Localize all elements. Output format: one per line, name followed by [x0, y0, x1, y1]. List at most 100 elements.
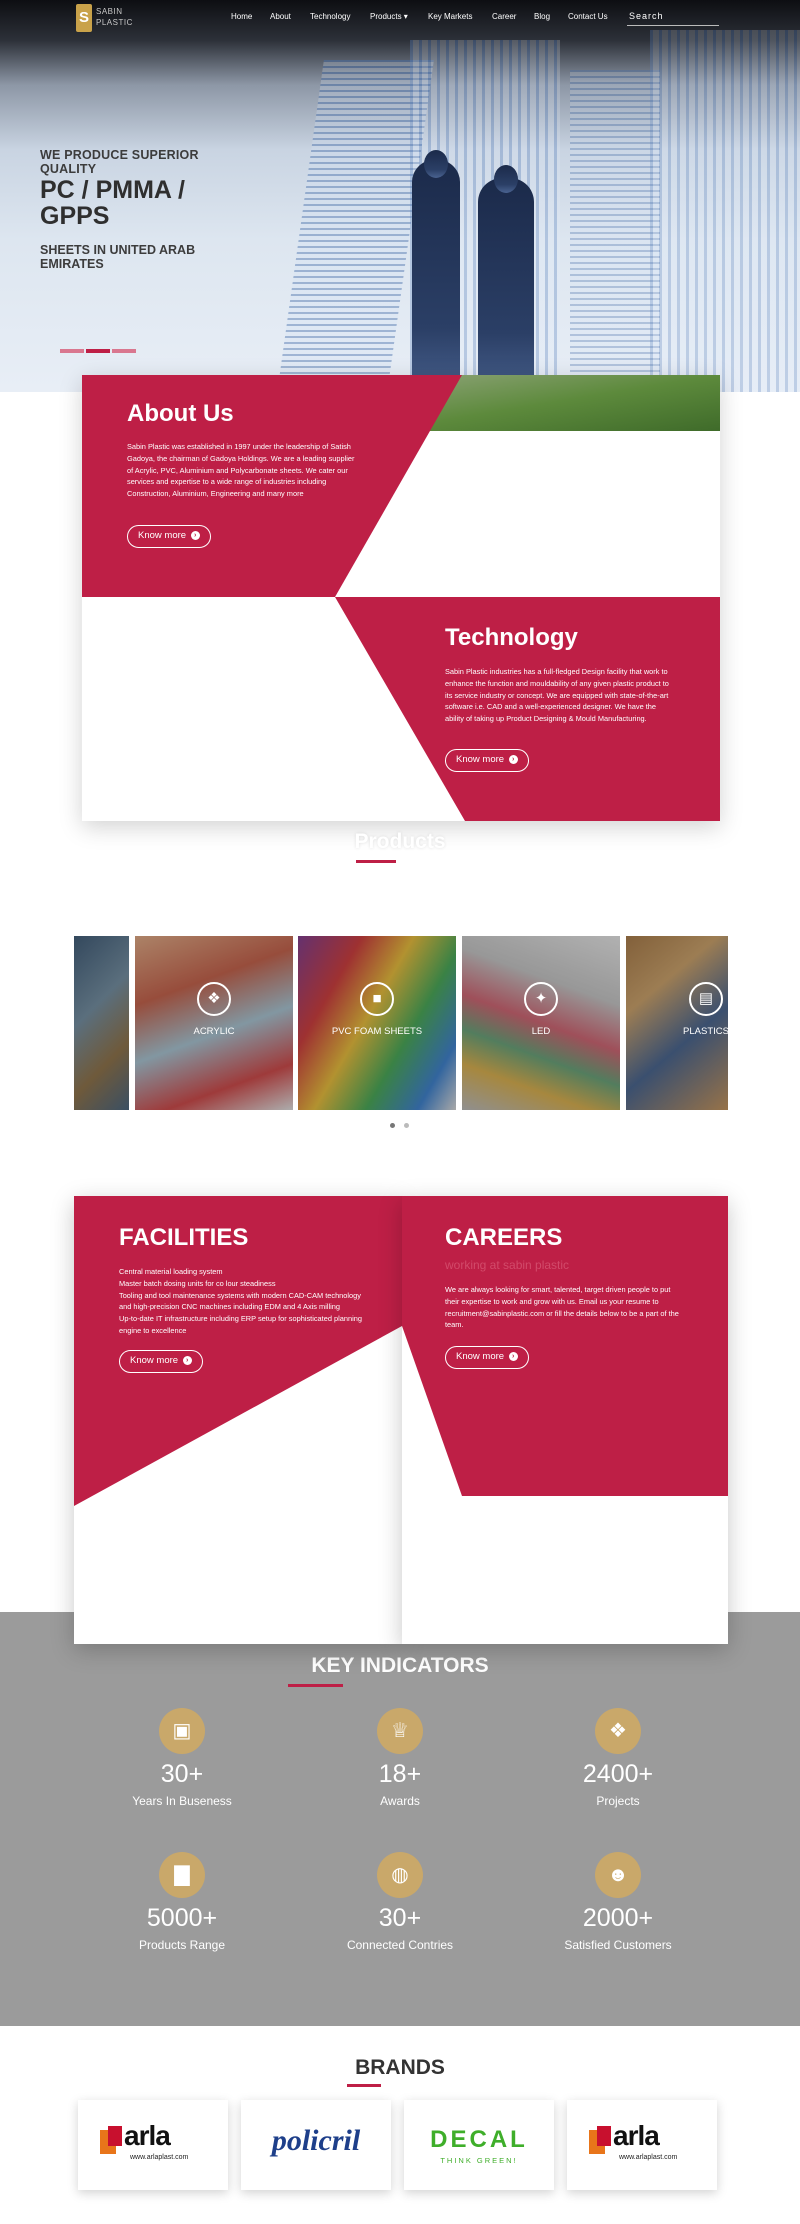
- search-input[interactable]: Search: [627, 9, 719, 26]
- carousel-dot[interactable]: [404, 1123, 409, 1128]
- brand-card-policril[interactable]: policril: [241, 2100, 391, 2190]
- logo-line: SABIN: [96, 7, 123, 16]
- arrow-right-icon: ›: [190, 530, 200, 540]
- product-card-partial[interactable]: [74, 936, 129, 1110]
- briefcase-icon: ▣: [159, 1708, 205, 1754]
- users-icon: ☻: [595, 1852, 641, 1898]
- nav-item-key-markets[interactable]: Key Markets: [428, 12, 472, 21]
- globe-icon: ◍: [377, 1852, 423, 1898]
- careers-card: CAREERS working at sabin plastic We are …: [402, 1196, 728, 1644]
- carousel-dot-active[interactable]: [390, 1123, 395, 1128]
- facilities-item: Master batch dosing units for co lour st…: [119, 1278, 276, 1288]
- indicator-value: 30+: [378, 1904, 422, 1932]
- slider-dot-active[interactable]: [86, 349, 110, 353]
- cubes-icon: ❖: [595, 1708, 641, 1754]
- nav-item-technology[interactable]: Technology: [310, 12, 350, 21]
- arrow-right-icon: ›: [508, 1351, 518, 1361]
- hero-tagline-line: QUALITY: [40, 162, 97, 176]
- hero-subtitle: SHEETS IN UNITED ARAB EMIRATES: [40, 243, 195, 271]
- nav-item-home[interactable]: Home: [231, 12, 252, 21]
- product-label: PLASTICS: [683, 1026, 728, 1037]
- product-card-acrylic[interactable]: ❖ ACRYLIC: [135, 936, 293, 1110]
- nav-item-career[interactable]: Career: [492, 12, 516, 21]
- building-image: [570, 70, 660, 392]
- person-silhouette: [424, 150, 448, 178]
- arrow-right-icon: ›: [508, 754, 518, 764]
- hero-subtitle-line: EMIRATES: [40, 257, 104, 271]
- button-label: Know more: [456, 754, 505, 765]
- slider-dot[interactable]: [112, 349, 136, 353]
- sheet-icon: ■: [360, 982, 394, 1016]
- indicator-value: 2400+: [582, 1760, 654, 1788]
- brand-url: www.arlaplast.com: [619, 2154, 678, 2161]
- brand-name: arla: [613, 2120, 660, 2151]
- product-card-led[interactable]: ✦ LED: [462, 936, 620, 1110]
- key-indicators-underline: [288, 1684, 343, 1687]
- indicator-value: 18+: [378, 1760, 422, 1788]
- person-silhouette: [478, 178, 534, 392]
- indicator-label: Products Range: [138, 1938, 226, 1952]
- product-card-plastics[interactable]: ▤ PLASTICS: [626, 936, 728, 1110]
- brand-tagline: THINK GREEN!: [440, 2156, 518, 2165]
- trophy-icon: ♕: [377, 1708, 423, 1754]
- logo-icon[interactable]: S: [76, 4, 92, 32]
- brand-name: arla: [124, 2120, 171, 2151]
- indicator-label: Awards: [380, 1794, 420, 1808]
- careers-title: CAREERS: [445, 1224, 563, 1251]
- about-text: Sabin Plastic was established in 1997 un…: [127, 442, 355, 499]
- indicator-value: 2000+: [582, 1904, 654, 1932]
- about-technology-block: About Us Sabin Plastic was established i…: [82, 375, 720, 821]
- hero-heading-line: GPPS: [40, 202, 110, 230]
- arla-logo-mark: [597, 2126, 611, 2146]
- facilities-shape: [74, 1196, 402, 1506]
- technology-know-more-button[interactable]: Know more ›: [445, 749, 529, 772]
- nav-item-blog[interactable]: Blog: [534, 12, 550, 21]
- brand-card-arla-2[interactable]: arla www.arlaplast.com: [567, 2100, 717, 2190]
- about-title: About Us: [127, 400, 234, 427]
- arrow-right-icon: ›: [182, 1355, 192, 1365]
- technology-text: Sabin Plastic industries has a full-fled…: [445, 667, 669, 724]
- person-silhouette: [494, 165, 518, 193]
- top-navigation: S SABIN PLASTIC Home About Technology Pr…: [0, 0, 800, 34]
- nav-item-about[interactable]: About: [270, 12, 291, 21]
- acrylic-icon: ❖: [197, 982, 231, 1016]
- arla-logo-mark: [108, 2126, 122, 2146]
- products-title: Products: [354, 830, 446, 853]
- brand-card-arla[interactable]: arla www.arlaplast.com: [78, 2100, 228, 2190]
- indicator-value: 5000+: [146, 1904, 218, 1932]
- indicator-label: Projects: [596, 1794, 640, 1808]
- product-overlay: [626, 936, 728, 1110]
- careers-text: We are always looking for smart, talente…: [445, 1285, 679, 1330]
- slider-dot[interactable]: [60, 349, 84, 353]
- facilities-card: FACILITIES Central material loading syst…: [74, 1196, 402, 1644]
- button-label: Know more: [138, 530, 187, 541]
- building-image: [650, 30, 800, 392]
- brand-name: policril: [271, 2124, 361, 2157]
- hero-heading: PC / PMMA / GPPS: [40, 177, 185, 229]
- careers-subtitle: working at sabin plastic: [445, 1258, 570, 1272]
- nav-item-contact[interactable]: Contact Us: [568, 12, 608, 21]
- indicator-label: Years In Buseness: [132, 1794, 232, 1808]
- chart-icon: ▇: [159, 1852, 205, 1898]
- hero-tagline-line: WE PRODUCE SUPERIOR: [40, 148, 199, 162]
- facilities-list: Central material loading system Master b…: [119, 1266, 364, 1337]
- brand-name: DECAL: [430, 2126, 528, 2153]
- facilities-item: Tooling and tool maintenance systems wit…: [119, 1290, 361, 1312]
- nav-item-products[interactable]: Products ▾: [370, 12, 408, 21]
- product-label: ACRYLIC: [193, 1026, 235, 1037]
- about-know-more-button[interactable]: Know more ›: [127, 525, 211, 548]
- technology-title: Technology: [445, 624, 578, 651]
- indicator-value: 30+: [160, 1760, 204, 1788]
- hero-tagline: WE PRODUCE SUPERIOR QUALITY: [40, 148, 199, 176]
- hero-heading-line: PC / PMMA /: [40, 176, 185, 204]
- person-silhouette: [412, 160, 460, 392]
- brand-card-decal[interactable]: DECAL THINK GREEN!: [404, 2100, 554, 2190]
- careers-know-more-button[interactable]: Know more ›: [445, 1346, 529, 1369]
- product-overlay: [74, 936, 129, 1110]
- product-overlay: [298, 936, 456, 1110]
- product-card-pvc-foam[interactable]: ■ PVC FOAM SHEETS: [298, 936, 456, 1110]
- facilities-know-more-button[interactable]: Know more ›: [119, 1350, 203, 1373]
- key-indicators-title: KEY INDICATORS: [311, 1654, 489, 1677]
- logo-line: PLASTIC: [96, 18, 133, 27]
- hero-subtitle-line: SHEETS IN UNITED ARAB: [40, 243, 196, 257]
